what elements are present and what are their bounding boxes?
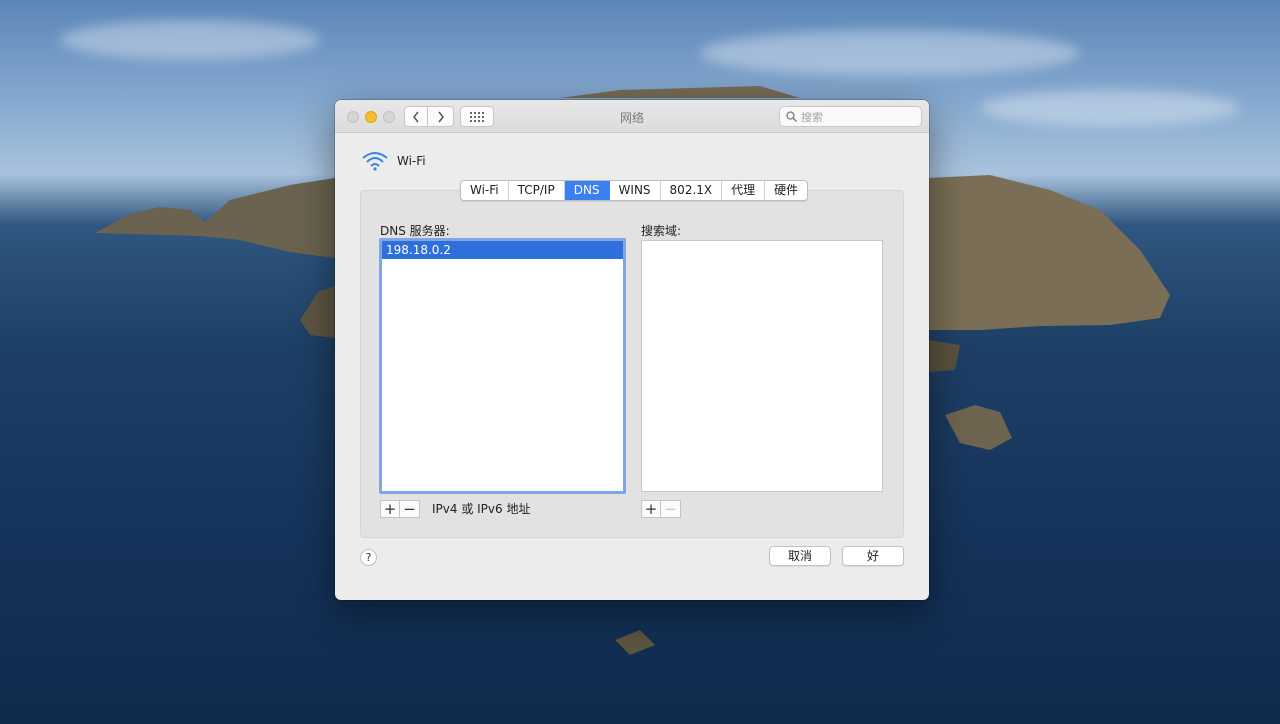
dns-hint: IPv4 或 IPv6 地址 bbox=[432, 502, 531, 516]
tab-tcpip[interactable]: TCP/IP bbox=[509, 181, 565, 200]
interface-name: Wi-Fi bbox=[397, 154, 426, 168]
tab-wins[interactable]: WINS bbox=[610, 181, 661, 200]
tab-8021x[interactable]: 802.1X bbox=[661, 181, 723, 200]
remove-dns-button[interactable]: − bbox=[400, 500, 420, 518]
search-domains-list[interactable] bbox=[641, 240, 883, 492]
add-dns-button[interactable]: + bbox=[380, 500, 400, 518]
tab-bar: Wi-Fi TCP/IP DNS WINS 802.1X 代理 硬件 bbox=[460, 180, 809, 201]
add-domain-button[interactable]: + bbox=[641, 500, 661, 518]
ok-button[interactable]: 好 bbox=[842, 546, 904, 566]
title-bar: 网络 搜索 bbox=[335, 100, 929, 133]
list-item[interactable]: 198.18.0.2 bbox=[382, 241, 623, 259]
window-content: Wi-Fi Wi-Fi TCP/IP DNS WINS 802.1X 代理 硬件… bbox=[343, 133, 921, 583]
remove-domain-button[interactable]: − bbox=[661, 500, 681, 518]
dns-servers-list[interactable]: 198.18.0.2 bbox=[379, 238, 626, 494]
network-window: 网络 搜索 Wi-Fi Wi-Fi TCP/IP DNS WINS 802.1X… bbox=[335, 100, 929, 600]
search-domains-label: 搜索域: bbox=[641, 224, 682, 238]
tab-proxy[interactable]: 代理 bbox=[722, 181, 766, 200]
cancel-button[interactable]: 取消 bbox=[769, 546, 831, 566]
search-icon bbox=[786, 111, 797, 122]
search-placeholder: 搜索 bbox=[801, 110, 823, 124]
dns-servers-label: DNS 服务器: bbox=[380, 224, 450, 238]
tab-wifi[interactable]: Wi-Fi bbox=[461, 181, 509, 200]
interface-header: Wi-Fi bbox=[361, 151, 426, 171]
dns-add-remove: + − bbox=[380, 500, 420, 518]
domain-add-remove: + − bbox=[641, 500, 681, 518]
tab-dns[interactable]: DNS bbox=[564, 181, 610, 200]
search-input[interactable]: 搜索 bbox=[779, 106, 922, 127]
wifi-icon bbox=[362, 152, 388, 171]
tab-hardware[interactable]: 硬件 bbox=[765, 181, 807, 200]
help-button[interactable]: ? bbox=[360, 549, 377, 566]
